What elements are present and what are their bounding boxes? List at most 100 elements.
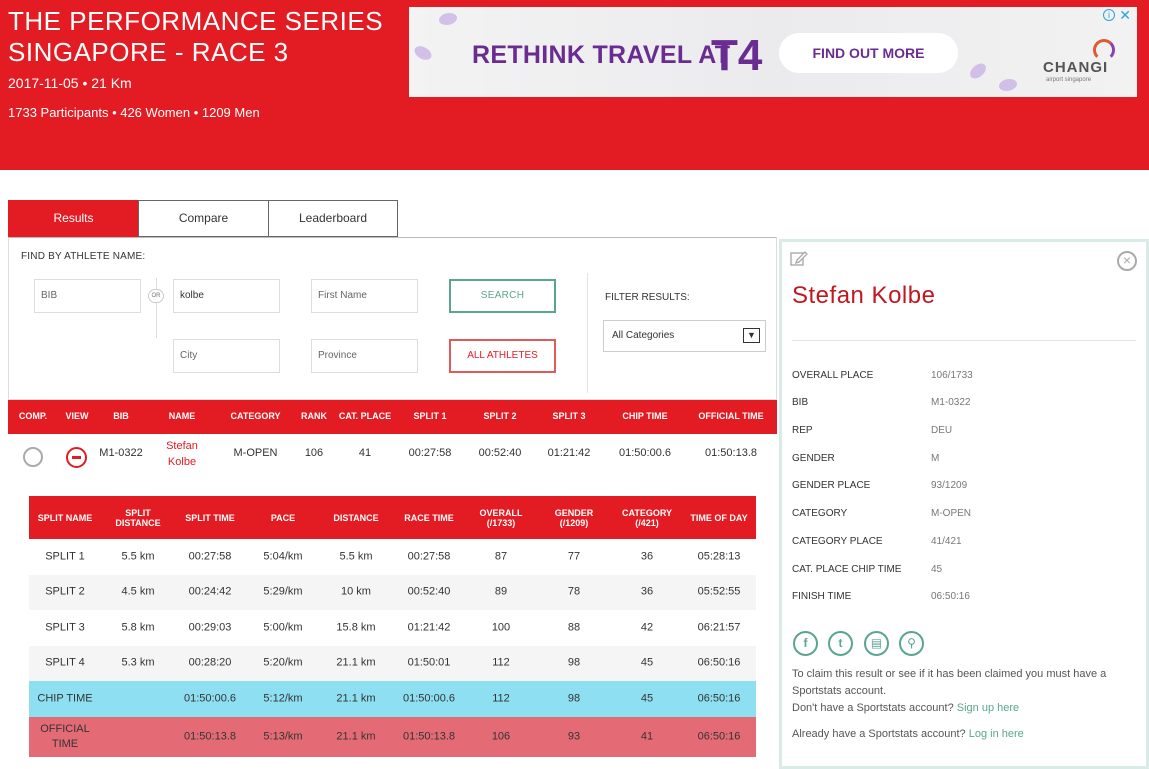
province-input[interactable]: Province [311, 339, 418, 373]
ad-cta-button[interactable]: FIND OUT MORE [779, 33, 958, 73]
have-account-text: Already have a Sportstats account? [792, 728, 966, 740]
cell-pace: 5:04/km [263, 550, 303, 563]
twitter-icon[interactable]: t [828, 631, 853, 656]
search-panel: FIND BY ATHLETE NAME: BIB OR kolbe First… [8, 237, 777, 400]
row-cat-place: 41 [358, 447, 372, 459]
compare-radio[interactable] [23, 447, 43, 467]
cell-split-distance: 5.8 km [121, 621, 155, 634]
row-rank: 106 [304, 447, 324, 459]
cell-split-distance: 5.3 km [121, 656, 155, 669]
table-row[interactable]: M1-0322 Stefan Kolbe M-OPEN 106 41 00:27… [8, 434, 777, 474]
splits-table: SPLIT NAME SPLIT DISTANCE SPLIT TIME PAC… [29, 496, 756, 757]
cell-time-of-day: 06:21:57 [697, 621, 741, 634]
athlete-detail-panel: × Stefan Kolbe OVERALL PLACE 106/1733 BIB M… [779, 239, 1149, 769]
edit-icon[interactable] [790, 250, 808, 266]
cell-distance: 21.1 km [336, 656, 376, 669]
athlete-first-name[interactable]: Stefan [148, 438, 216, 454]
changi-logo-icon [1093, 39, 1115, 61]
all-athletes-button[interactable]: ALL ATHLETES [449, 339, 556, 373]
table-row: CHIP TIME 01:50:00.6 5:12/km 21.1 km 01:50:0… [29, 681, 756, 717]
cell-split-time: 01:50:00.6 [184, 692, 236, 705]
table-row: SPLIT 1 5.5 km 00:27:58 5:04/km 5.5 km 00:27:… [29, 539, 756, 575]
detail-value: DEU [931, 425, 953, 436]
event-participants: 1733 Participants • 426 Women • 1209 Men [8, 105, 260, 120]
cell-time-of-day: 05:52:55 [697, 585, 741, 598]
detail-value: 06:50:16 [931, 591, 970, 602]
detail-value: 93/1209 [931, 480, 968, 491]
col-split1: SPLIT 1 [413, 411, 447, 421]
detail-value: 106/1733 [931, 370, 973, 381]
event-header: THE PERFORMANCE SERIES SINGAPORE - RACE … [0, 0, 1149, 170]
sp-col-race-time: RACE TIME [404, 512, 454, 523]
col-official-time: OFFICIAL TIME [698, 411, 764, 421]
search-icon[interactable]: ⚲ [899, 631, 924, 656]
row-category: M-OPEN [233, 447, 278, 459]
cell-gender: 93 [567, 730, 581, 742]
cell-race-time: 01:50:01 [407, 656, 451, 669]
cell-category: 41 [640, 730, 654, 742]
cell-overall: 112 [492, 656, 510, 669]
sp-col-distance: DISTANCE [333, 512, 379, 523]
cell-overall: 100 [491, 621, 511, 634]
detail-label: BIB [792, 397, 809, 408]
detail-label: FINISH TIME [792, 591, 852, 602]
chevron-down-icon[interactable]: ▼ [743, 328, 760, 343]
athlete-name-link[interactable]: Stefan Kolbe [148, 438, 216, 470]
cell-distance: 5.5 km [339, 550, 373, 563]
col-name: NAME [168, 411, 196, 421]
last-name-input[interactable]: kolbe [173, 279, 280, 313]
cell-split-name: CHIP TIME [37, 692, 93, 705]
tab-compare[interactable]: Compare [138, 200, 268, 237]
col-split3: SPLIT 3 [552, 411, 586, 421]
ad-brand: CHANGI [1043, 59, 1109, 76]
tab-results[interactable]: Results [8, 200, 138, 237]
cell-split-name: SPLIT 1 [45, 550, 85, 563]
detail-label: OVERALL PLACE [792, 370, 874, 381]
sp-col-split-time: SPLIT TIME [185, 512, 235, 523]
cell-gender: 98 [567, 692, 581, 705]
col-comp: COMP. [18, 411, 48, 421]
collapse-icon[interactable] [66, 447, 87, 468]
sp-col-pace: PACE [270, 512, 296, 523]
row-bib: M1-0322 [99, 447, 143, 459]
document-icon[interactable]: ▤ [864, 631, 889, 656]
close-icon[interactable]: × [1117, 251, 1137, 271]
athlete-last-name[interactable]: Kolbe [148, 454, 216, 470]
cell-race-time: 01:50:13.8 [403, 730, 455, 742]
login-link[interactable]: Log in here [969, 728, 1024, 740]
cell-split-time: 01:50:13.8 [184, 730, 236, 742]
ad-banner[interactable]: RETHINK TRAVEL AT T4 FIND OUT MORE CHANG… [409, 7, 1137, 97]
col-chip-time: CHIP TIME [622, 411, 668, 421]
detail-label: GENDER [792, 453, 835, 464]
cell-gender: 77 [567, 550, 581, 563]
col-rank: RANK [301, 411, 327, 421]
facebook-icon[interactable]: f [793, 631, 818, 656]
cell-race-time: 01:21:42 [407, 621, 451, 634]
signup-link[interactable]: Sign up here [957, 702, 1019, 714]
detail-value: M1-0322 [931, 397, 971, 408]
cell-race-time: 00:52:40 [407, 585, 451, 598]
col-split2: SPLIT 2 [483, 411, 517, 421]
search-button[interactable]: SEARCH [449, 279, 556, 313]
find-by-name-label: FIND BY ATHLETE NAME: [21, 251, 146, 262]
cell-gender: 78 [567, 585, 581, 598]
cell-category: 42 [640, 621, 654, 634]
cell-category: 45 [640, 692, 654, 705]
bib-input[interactable]: BIB [34, 279, 141, 313]
detail-label: GENDER PLACE [792, 480, 871, 491]
ad-info-icon[interactable]: i [1103, 9, 1115, 21]
detail-label: REP [792, 425, 813, 436]
tab-leaderboard[interactable]: Leaderboard [268, 200, 398, 237]
petal-decoration [439, 13, 457, 25]
first-name-input[interactable]: First Name [311, 279, 418, 313]
petal-decoration [967, 61, 989, 81]
divider [792, 340, 1136, 341]
claim-text-block: To claim this result or see if it has be… [792, 666, 1142, 717]
cell-overall: 87 [494, 550, 508, 563]
city-input[interactable]: City [173, 339, 280, 373]
category-filter-select[interactable]: All Categories ▼ [603, 320, 766, 352]
sp-col-time-of-day: TIME OF DAY [690, 512, 748, 523]
filter-divider [587, 273, 588, 393]
ad-close-icon[interactable]: ✕ [1119, 7, 1131, 24]
no-account-text: Don't have a Sportstats account? [792, 702, 954, 714]
